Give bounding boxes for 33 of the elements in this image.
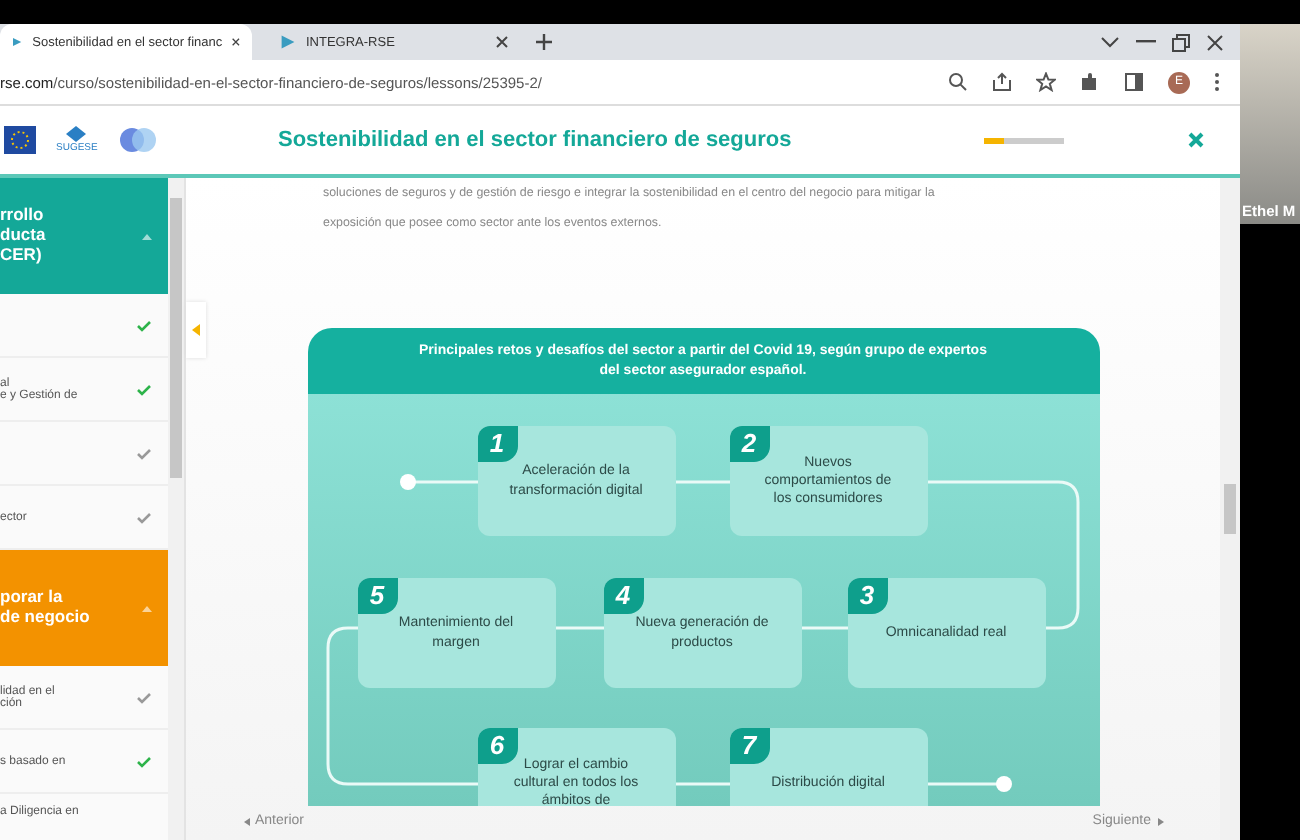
close-icon[interactable] — [1206, 33, 1224, 51]
minimize-icon[interactable] — [1136, 40, 1156, 44]
star-icon[interactable] — [1036, 72, 1056, 92]
close-icon[interactable] — [496, 36, 508, 48]
share-icon[interactable] — [992, 72, 1012, 92]
zoom-icon[interactable] — [948, 72, 968, 92]
restore-icon[interactable] — [1172, 33, 1190, 51]
circles-logo-icon — [117, 126, 158, 154]
step-number: 3 — [847, 578, 887, 614]
puzzle-icon[interactable] — [1080, 72, 1100, 92]
step-number: 7 — [729, 728, 769, 764]
play-icon — [280, 34, 296, 50]
flag-logo-icon — [4, 126, 36, 154]
chevron-down-icon[interactable] — [1100, 36, 1120, 48]
scrollbar[interactable] — [168, 178, 184, 840]
course-title: Sostenibilidad en el sector financiero de seguros — [276, 128, 794, 152]
caret-up-icon — [142, 605, 152, 611]
more-icon[interactable] — [1214, 72, 1220, 92]
step-number: 6 — [477, 728, 517, 764]
arrow-right-icon — [1157, 817, 1163, 825]
scrollbar[interactable] — [1220, 178, 1240, 840]
close-icon[interactable] — [232, 36, 240, 48]
plus-icon[interactable] — [536, 34, 552, 50]
step-number: 2 — [729, 426, 769, 462]
arrow-left-icon — [192, 324, 200, 336]
step-number: 4 — [603, 578, 643, 614]
step-number: 1 — [477, 426, 517, 462]
step-number: 5 — [357, 578, 397, 614]
arrow-left-icon — [243, 817, 249, 825]
side-panel-icon[interactable] — [1124, 72, 1144, 92]
play-icon — [12, 34, 23, 50]
sidebar-toggle[interactable] — [186, 302, 206, 358]
caret-up-icon — [142, 233, 152, 239]
